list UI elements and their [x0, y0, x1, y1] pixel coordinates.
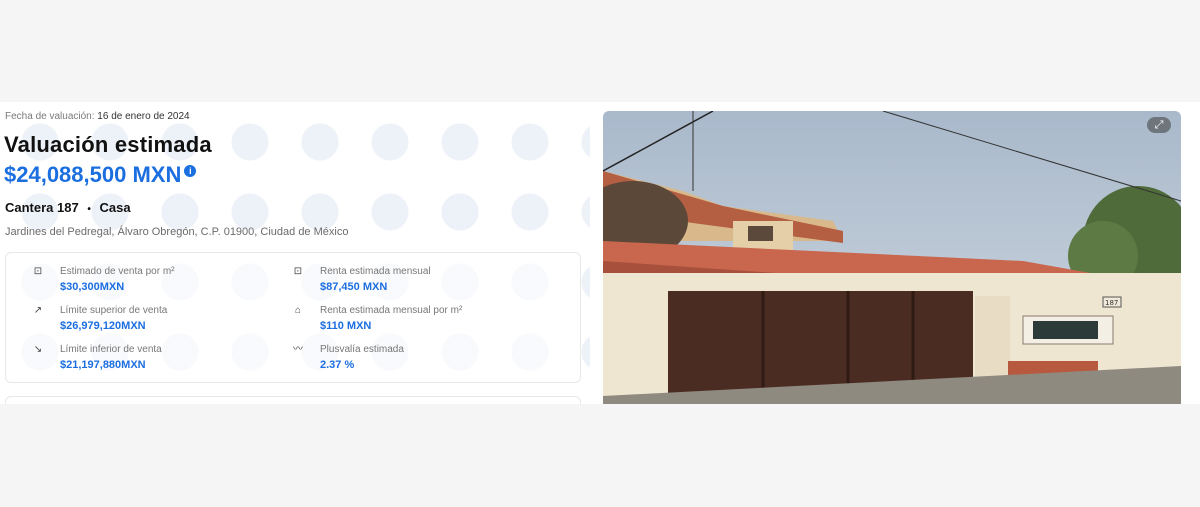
expand-icon[interactable]: ⤢ — [1147, 117, 1171, 133]
stat-label: Límite inferior de venta — [60, 344, 162, 355]
property-address: Jardines del Pedregal, Álvaro Obregón, C… — [5, 226, 349, 238]
stat-label: Estimado de venta por m² — [60, 266, 175, 277]
scan-icon: ⊡ — [33, 266, 43, 277]
info-icon[interactable]: i — [184, 165, 197, 177]
estimated-price-value: $24,088,500 MXN — [4, 162, 182, 187]
house-icon: ⌂ — [294, 305, 302, 316]
valuation-band: Fecha de valuación: 16 de enero de 2024 … — [0, 102, 1200, 404]
valuation-date: Fecha de valuación: 16 de enero de 2024 — [5, 111, 190, 122]
valuation-panel: Fecha de valuación: 16 de enero de 2024 … — [0, 102, 590, 404]
chart-line-icon: 〰 — [293, 344, 303, 355]
stat-monthly-rent: ⊡ Renta estimada mensual $87,450 MXN — [290, 266, 540, 298]
stat-appreciation: 〰 Plusvalía estimada 2.37 % — [290, 344, 540, 376]
trend-up-icon: ↗ — [33, 305, 43, 316]
stat-label: Plusvalía estimada — [320, 344, 404, 355]
valuation-title: Valuación estimada — [4, 132, 212, 157]
stat-sale-per-m2: ⊡ Estimado de venta por m² $30,300MXN — [30, 266, 280, 298]
property-summary: Cantera 187 • Casa — [5, 200, 131, 215]
property-type: Casa — [99, 200, 131, 215]
stat-value: $21,197,880MXN — [60, 359, 146, 371]
stats-card: ⊡ Estimado de venta por m² $30,300MXN ⊡ … — [5, 252, 581, 383]
valuation-date-label: Fecha de valuación: — [5, 111, 95, 122]
next-card — [5, 396, 581, 404]
estimated-price: $24,088,500 MXN i — [4, 162, 197, 188]
street-view-image: 187 — [603, 111, 1181, 404]
stat-value: $26,979,120MXN — [60, 320, 146, 332]
property-name: Cantera 187 — [5, 200, 79, 215]
stat-upper-limit: ↗ Límite superior de venta $26,979,120MX… — [30, 305, 280, 337]
stat-label: Límite superior de venta — [60, 305, 168, 316]
stat-rent-per-m2: ⌂ Renta estimada mensual por m² $110 MXN — [290, 305, 540, 337]
stat-value: $87,450 MXN — [320, 281, 388, 293]
stat-value: $110 MXN — [320, 320, 372, 332]
stat-label: Renta estimada mensual — [320, 266, 431, 277]
house-number: 187 — [1105, 299, 1118, 307]
stat-value: 2.37 % — [320, 359, 355, 371]
scan-icon: ⊡ — [293, 266, 303, 277]
stat-value: $30,300MXN — [60, 281, 125, 293]
stat-label: Renta estimada mensual por m² — [320, 305, 463, 316]
separator-dot: • — [87, 204, 91, 215]
valuation-date-value: 16 de enero de 2024 — [97, 111, 190, 122]
trend-down-icon: ↘ — [33, 344, 43, 355]
stat-lower-limit: ↘ Límite inferior de venta $21,197,880MX… — [30, 344, 280, 376]
property-photo[interactable]: 187 ⤢ — [603, 111, 1181, 404]
